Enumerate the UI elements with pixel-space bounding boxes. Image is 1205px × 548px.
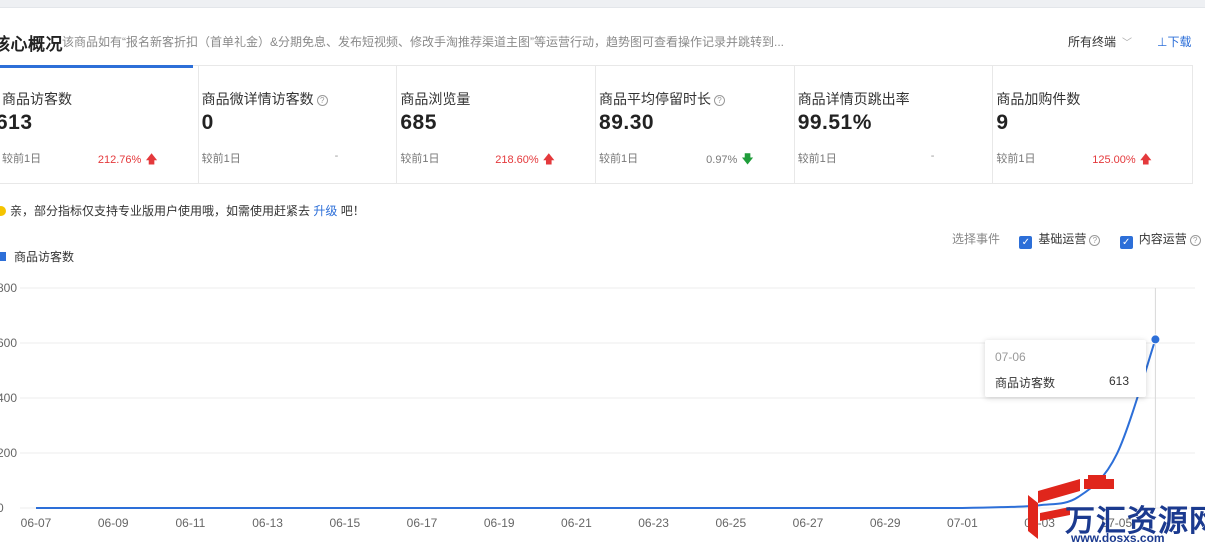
section-description: 该商品如有“报名新客折扣（首单礼金）&分期免息、发布短视频、修改手淘推荐渠道主图…: [62, 35, 785, 49]
x-tick-label: 06-23: [638, 516, 669, 530]
metric-card[interactable]: 商品平均停留时长? 89.30 较前1日 0.97% 🡇: [596, 66, 795, 184]
notice-text: 亲，部分指标仅支持专业版用户使用哦，如需使用赶紧去: [10, 204, 311, 218]
metric-card[interactable]: 商品访客数 613 较前1日 212.76% 🡅: [0, 65, 199, 184]
x-tick-label: 06-29: [870, 516, 901, 530]
event-checkbox-content[interactable]: ✓ 内容运营?: [1119, 232, 1201, 249]
chart-legend[interactable]: 商品访客数: [0, 248, 74, 265]
download-label: 下载: [1167, 35, 1192, 49]
terminal-select[interactable]: 所有终端 ﹀: [1068, 33, 1132, 50]
x-tick-label: 06-19: [484, 516, 515, 530]
metric-change: 218.60% 🡅: [495, 152, 556, 166]
help-icon[interactable]: ?: [714, 95, 726, 106]
y-tick-label: 600: [0, 336, 17, 350]
x-tick-label: 06-13: [252, 516, 283, 530]
metric-change: 212.76% 🡅: [97, 152, 158, 166]
event-selector-label: 选择事件: [952, 232, 1001, 246]
metric-label: 商品微详情访客数?: [202, 89, 328, 109]
metric-label: 商品平均停留时长?: [599, 89, 726, 109]
download-icon: ⊥: [1157, 35, 1168, 49]
section-title: 核心概况: [0, 35, 63, 54]
x-tick-label: 07-01: [947, 516, 978, 530]
x-tick-label: 06-27: [793, 516, 824, 530]
metric-value: 613: [0, 111, 33, 134]
metric-value: 0: [201, 111, 214, 134]
x-tick-label: 06-17: [407, 516, 438, 530]
metric-card[interactable]: 商品详情页跳出率 99.51% 较前1日 -: [795, 66, 994, 184]
download-button[interactable]: ⊥下载: [1157, 33, 1191, 50]
x-tick-label: 06-25: [715, 516, 746, 530]
event-selector: 选择事件 ✓ 基础运营? ✓ 内容运营?: [952, 230, 1201, 249]
help-icon[interactable]: ?: [316, 95, 328, 106]
y-tick-label: 200: [0, 446, 17, 460]
y-tick-label: 800: [0, 281, 17, 295]
metric-cards: 商品访客数 613 较前1日 212.76% 🡅 商品微详情访客数? 0 较前1日…: [0, 65, 1193, 184]
metric-card[interactable]: 商品加购件数 9 较前1日 125.00% 🡅: [993, 66, 1192, 184]
checkbox-checked-icon[interactable]: ✓: [1019, 236, 1033, 249]
event-checkbox-basic[interactable]: ✓ 基础运营?: [1019, 232, 1101, 249]
metric-label: 商品浏览量: [400, 91, 471, 107]
metric-card[interactable]: 商品微详情访客数? 0 较前1日 -: [199, 66, 398, 184]
checkbox-checked-icon[interactable]: ✓: [1119, 236, 1133, 249]
arrow-up-icon: 🡅: [145, 152, 158, 166]
help-icon[interactable]: ?: [1189, 235, 1201, 246]
notice-suffix: 吧！: [340, 204, 365, 218]
metric-value: 685: [400, 111, 437, 134]
warning-dot-icon: [0, 206, 6, 216]
x-tick-label: 06-09: [98, 516, 129, 530]
metric-compare-label: 较前1日: [599, 153, 639, 165]
metric-label: 商品访客数: [2, 91, 72, 107]
metric-label: 商品加购件数: [996, 91, 1081, 107]
metric-change: -: [930, 150, 935, 162]
metric-label: 商品详情页跳出率: [797, 91, 910, 107]
chart-tooltip: 07-06 商品访客数 613: [985, 340, 1146, 397]
x-tick-label: 06-15: [329, 516, 360, 530]
metric-compare-label: 较前1日: [2, 153, 42, 165]
metric-change: 0.97% 🡇: [706, 152, 754, 166]
core-overview-header: 核心概况 该商品如有“报名新客折扣（首单礼金）&分期免息、发布短视频、修改手淘推…: [0, 24, 1205, 60]
metric-compare-label: 较前1日: [400, 153, 440, 165]
data-point-highlight[interactable]: [1150, 334, 1161, 345]
metric-compare-label: 较前1日: [996, 153, 1036, 165]
legend-label: 商品访客数: [14, 250, 75, 264]
metric-compare-label: 较前1日: [797, 153, 837, 165]
terminal-select-label: 所有终端: [1068, 35, 1117, 49]
upgrade-notice: 亲，部分指标仅支持专业版用户使用哦，如需使用赶紧去 升级 吧！: [0, 202, 365, 219]
legend-swatch: [0, 252, 6, 261]
chevron-down-icon: ﹀: [1122, 38, 1133, 49]
arrow-up-icon: 🡅: [1139, 152, 1153, 166]
x-tick-label: 06-11: [175, 516, 205, 530]
arrow-up-icon: 🡅: [542, 152, 556, 166]
y-tick-label: 0: [0, 501, 4, 515]
upgrade-link[interactable]: 升级: [313, 204, 337, 218]
tooltip-series-name: 商品访客数: [995, 376, 1056, 390]
metric-value: 9: [996, 111, 1009, 134]
tooltip-date: 07-06: [995, 350, 1026, 364]
metric-change: 125.00% 🡅: [1092, 152, 1153, 166]
metric-card[interactable]: 商品浏览量 685 较前1日 218.60% 🡅: [397, 66, 597, 184]
metric-compare-label: 较前1日: [201, 153, 241, 165]
metric-value: 89.30: [599, 111, 655, 134]
top-strip: [0, 0, 1205, 8]
metric-change: -: [334, 150, 339, 162]
metric-value: 99.51%: [797, 111, 872, 134]
arrow-down-icon: 🡇: [741, 152, 754, 166]
tooltip-series-value: 613: [1108, 374, 1129, 388]
watermark-url: www.dosxs.com: [1071, 531, 1165, 545]
x-tick-label: 06-07: [21, 516, 52, 530]
help-icon[interactable]: ?: [1089, 235, 1101, 246]
y-tick-label: 400: [0, 391, 17, 405]
site-watermark: 万汇资源网 www.dosxs.com: [1018, 470, 1205, 548]
x-tick-label: 06-21: [561, 516, 592, 530]
